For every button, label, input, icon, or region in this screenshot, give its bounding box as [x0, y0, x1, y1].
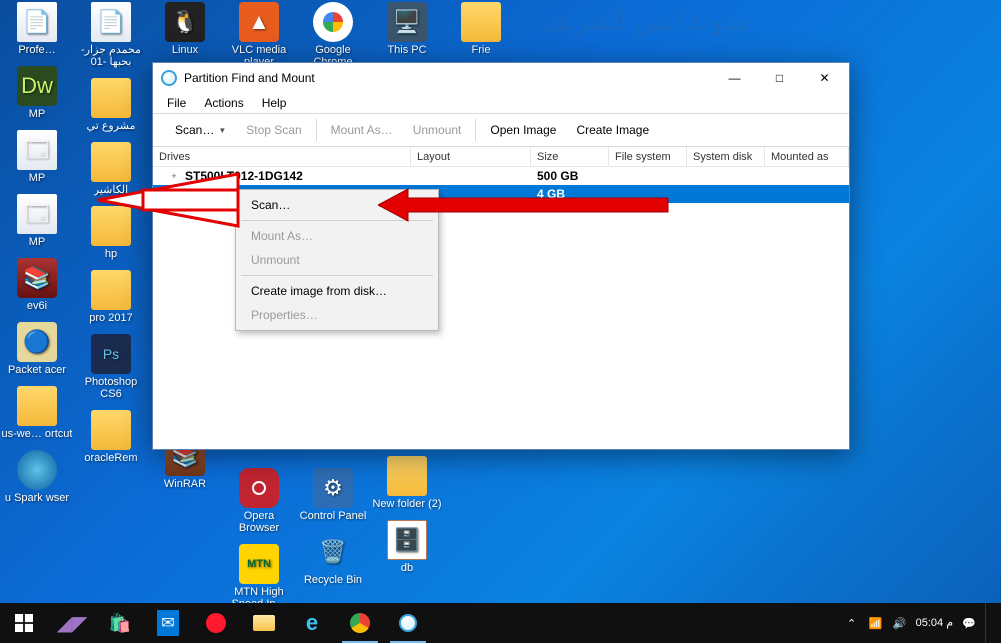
dropdown-icon: ▼: [218, 126, 226, 135]
separator: [316, 119, 317, 141]
taskbar: ◢◤ 🛍️ ✉ e ⌃ 📶 🔊 05:04 م 💬: [0, 603, 1001, 643]
store-icon: 🛍️: [109, 613, 131, 634]
expand-icon[interactable]: +: [169, 171, 179, 181]
col-systemdisk[interactable]: System disk: [687, 147, 765, 166]
ctx-mount-as: Mount As…: [239, 224, 435, 248]
close-button[interactable]: ✕: [802, 64, 847, 92]
col-mountedas[interactable]: Mounted as: [765, 147, 849, 166]
desktop-icon[interactable]: New folder (2): [370, 454, 444, 516]
tray-clock[interactable]: 05:04 م: [916, 617, 953, 629]
taskbar-mail[interactable]: ✉: [144, 603, 192, 643]
desktop-icon[interactable]: 📄Profe…: [0, 0, 74, 62]
taskbar-partitionfind[interactable]: [384, 603, 432, 643]
tray-network-icon[interactable]: 📶: [868, 615, 884, 631]
separator: [241, 220, 433, 221]
desktop-icon[interactable]: pro 2017: [74, 268, 148, 330]
show-desktop-button[interactable]: [985, 603, 991, 643]
chrome-icon: [350, 613, 370, 633]
menu-actions[interactable]: Actions: [196, 94, 251, 112]
ctx-properties: Properties…: [239, 303, 435, 327]
desktop-icon[interactable]: DwMP: [0, 64, 74, 126]
desktop-icon[interactable]: 🐧Linux: [148, 0, 222, 62]
col-layout[interactable]: Layout: [411, 147, 531, 166]
window-title: Partition Find and Mount: [184, 71, 315, 85]
edge-icon: e: [306, 610, 318, 636]
desktop-icon[interactable]: 📚ev6i: [0, 256, 74, 318]
desktop-icon[interactable]: oracleRem: [74, 408, 148, 470]
desktop-icon[interactable]: 🗔MP: [0, 128, 74, 190]
system-tray: ⌃ 📶 🔊 05:04 م 💬: [844, 603, 1001, 643]
toolbar-open-image[interactable]: Open Image: [480, 114, 566, 146]
desktop-icon[interactable]: 📄محمدم جزار-بحبها -01: [74, 0, 148, 74]
menu-help[interactable]: Help: [254, 94, 295, 112]
desktop-icon[interactable]: 🗑️Recycle Bin: [296, 530, 370, 592]
taskbar-edge[interactable]: e: [288, 603, 336, 643]
desktop-icon[interactable]: الكاشير: [74, 140, 148, 202]
app-icon: [161, 70, 177, 86]
mail-icon: ✉: [157, 610, 178, 636]
tray-volume-icon[interactable]: 🔊: [892, 615, 908, 631]
desktop-icon[interactable]: u Spark wser: [0, 448, 74, 510]
drive-row[interactable]: + ST500LT012-1DG142 500 GB: [153, 167, 849, 185]
desktop-icon[interactable]: 🗄️db: [370, 518, 444, 580]
tray-chevron-icon[interactable]: ⌃: [844, 615, 860, 631]
visualstudio-icon: ◢◤: [57, 611, 88, 636]
titlebar[interactable]: Partition Find and Mount — □ ✕: [153, 63, 849, 93]
toolbar-create-image[interactable]: Create Image: [566, 114, 659, 146]
desktop-icon[interactable]: 🖥️This PC: [370, 0, 444, 62]
taskbar-chrome[interactable]: [336, 603, 384, 643]
list-header: Drives Layout Size File system System di…: [153, 147, 849, 167]
taskbar-store[interactable]: 🛍️: [96, 603, 144, 643]
toolbar: Scan…▼ Stop Scan Mount As… Unmount Open …: [153, 113, 849, 147]
desktop-icon[interactable]: Frie: [444, 0, 518, 62]
drive-size: 4 GB: [531, 187, 609, 201]
desktop-icon[interactable]: مشروع تي: [74, 76, 148, 138]
desktop-icon[interactable]: hp: [74, 204, 148, 266]
ctx-unmount: Unmount: [239, 248, 435, 272]
partitionfind-icon: [399, 614, 417, 632]
taskbar-explorer[interactable]: [240, 603, 288, 643]
desktop-icon[interactable]: 🗔MP: [0, 192, 74, 254]
windows-icon: [15, 614, 33, 632]
start-button[interactable]: [0, 603, 48, 643]
folder-icon: [253, 615, 275, 631]
menubar: File Actions Help: [153, 93, 849, 113]
desktop-icon[interactable]: Opera Browser: [222, 466, 296, 540]
col-drives[interactable]: Drives: [153, 147, 411, 166]
separator: [241, 275, 433, 276]
col-filesystem[interactable]: File system: [609, 147, 687, 166]
separator: [475, 119, 476, 141]
minimize-button[interactable]: —: [712, 64, 757, 92]
desktop-icon[interactable]: ⚙Control Panel: [296, 466, 370, 528]
taskbar-visualstudio[interactable]: ◢◤: [48, 603, 96, 643]
menu-file[interactable]: File: [159, 94, 194, 112]
toolbar-mount-as: Mount As…: [321, 114, 403, 146]
drive-size: 500 GB: [531, 169, 609, 183]
context-menu: Scan… Mount As… Unmount Create image fro…: [235, 189, 439, 331]
desktop-icon[interactable]: PsPhotoshop CS6: [74, 332, 148, 406]
col-size[interactable]: Size: [531, 147, 609, 166]
tray-notifications-icon[interactable]: 💬: [961, 615, 977, 631]
ctx-create-image[interactable]: Create image from disk…: [239, 279, 435, 303]
toolbar-unmount: Unmount: [403, 114, 472, 146]
ctx-scan[interactable]: Scan…: [239, 193, 435, 217]
expand-icon[interactable]: +: [169, 189, 179, 199]
maximize-button[interactable]: □: [757, 64, 802, 92]
opera-icon: [206, 613, 226, 633]
desktop-icon[interactable]: us-we… ortcut: [0, 384, 74, 446]
toolbar-scan[interactable]: Scan…▼: [165, 114, 236, 146]
toolbar-stop-scan: Stop Scan: [236, 114, 311, 146]
desktop-icon[interactable]: 🔵Packet acer: [0, 320, 74, 382]
taskbar-opera[interactable]: [192, 603, 240, 643]
drive-name: ST500LT012-1DG142: [179, 169, 411, 183]
